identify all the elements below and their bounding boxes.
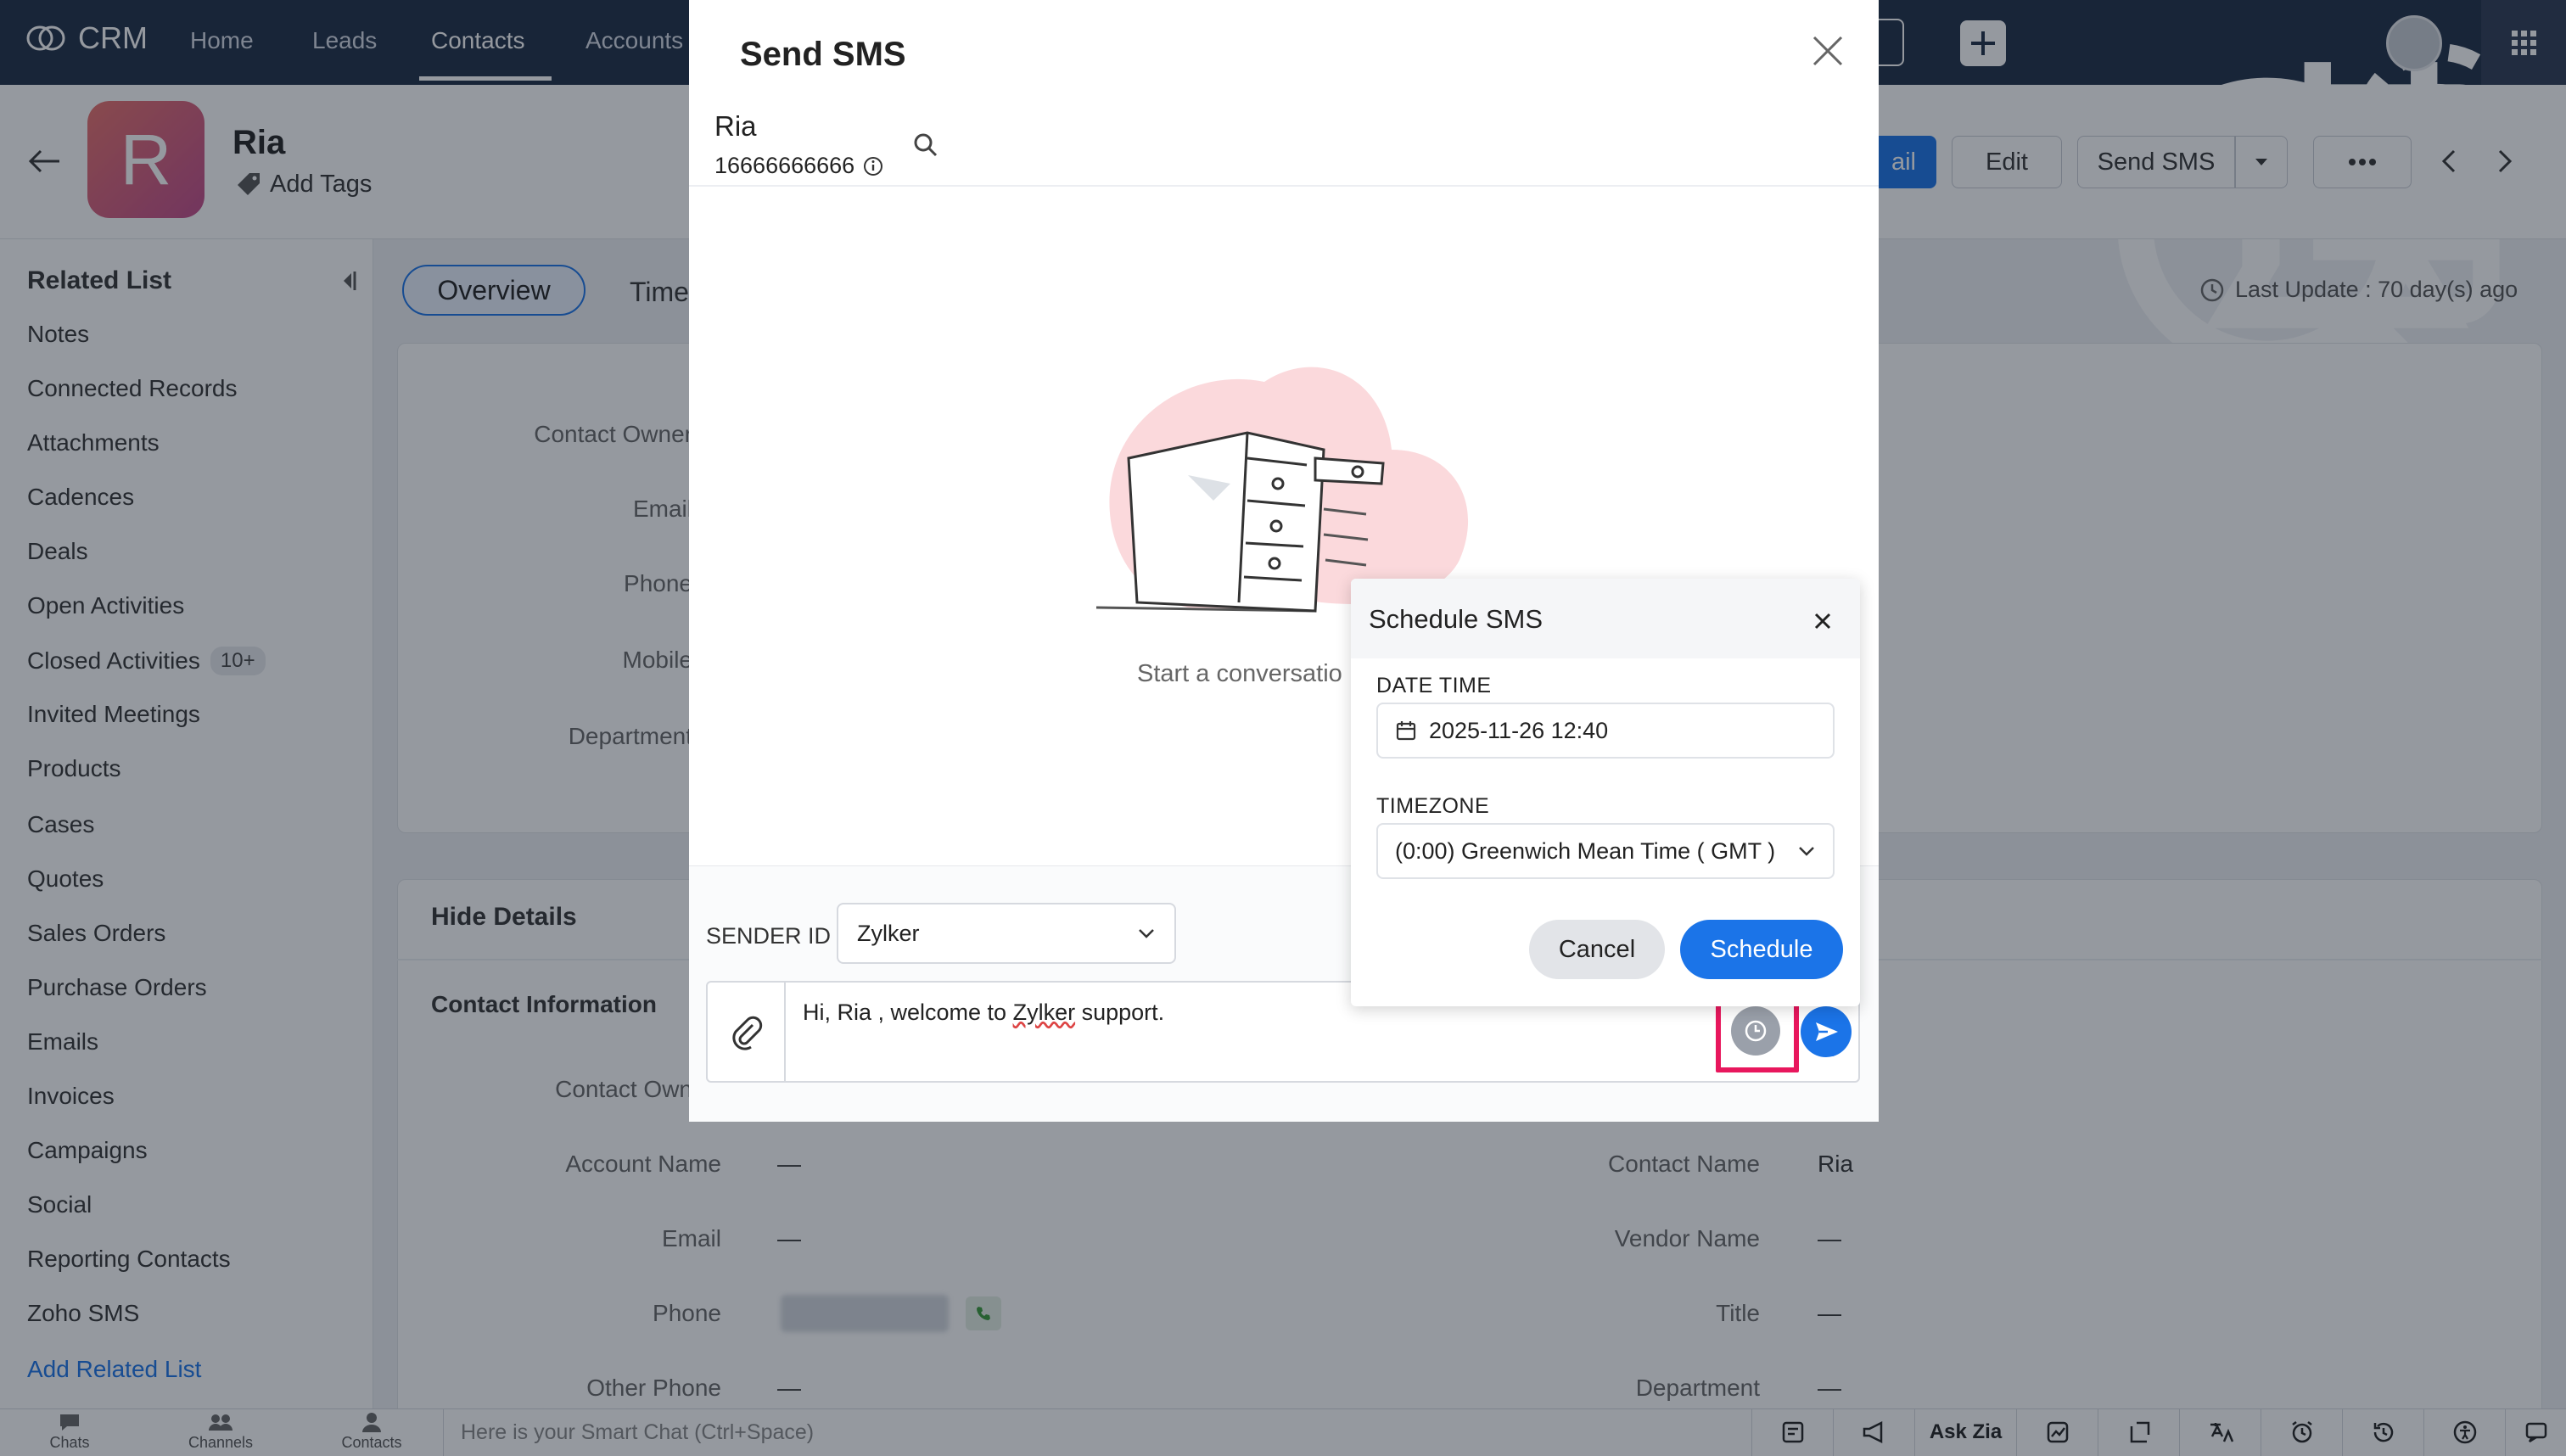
- sms-contact-phone-row: 16666666666: [714, 153, 883, 179]
- modal-header-divider: [689, 185, 1879, 187]
- sender-id-select[interactable]: Zylker: [837, 903, 1176, 964]
- timezone-label: TIMEZONE: [1376, 794, 1490, 818]
- timezone-value: (0:00) Greenwich Mean Time ( GMT ): [1395, 837, 1776, 864]
- sender-id-label: SENDER ID: [706, 923, 832, 949]
- search-icon[interactable]: [911, 131, 940, 160]
- schedule-sms-title: Schedule SMS: [1369, 604, 1544, 634]
- info-icon[interactable]: [863, 156, 883, 176]
- chevron-down-icon: [1139, 929, 1154, 938]
- date-time-label: DATE TIME: [1376, 674, 1492, 697]
- sms-contact-name: Ria: [714, 110, 757, 142]
- sender-id-value: Zylker: [857, 920, 920, 946]
- sms-contact-phone: 16666666666: [714, 153, 855, 178]
- send-icon: [1816, 1022, 1838, 1041]
- timezone-select[interactable]: (0:00) Greenwich Mean Time ( GMT ): [1376, 823, 1835, 879]
- date-time-value: 2025-11-26 12:40: [1429, 717, 1609, 743]
- cancel-button[interactable]: Cancel: [1529, 920, 1665, 979]
- message-text-part: support.: [1075, 1000, 1165, 1025]
- date-time-input[interactable]: 2025-11-26 12:40: [1376, 703, 1835, 759]
- attach-button[interactable]: [708, 983, 786, 1081]
- message-text-misspelled: Zylker: [1012, 1000, 1076, 1025]
- empty-conversation-text: Start a conversatio: [1137, 660, 1342, 687]
- send-sms-submit-button[interactable]: [1801, 1006, 1852, 1057]
- message-text-part: Hi, Ria , welcome to: [803, 1000, 1013, 1025]
- close-icon[interactable]: [1811, 609, 1835, 633]
- calendar-icon: [1396, 721, 1416, 741]
- paperclip-icon: [732, 1016, 763, 1050]
- send-sms-title: Send SMS: [740, 36, 906, 73]
- schedule-button[interactable]: Schedule: [1680, 920, 1843, 979]
- close-icon[interactable]: [1809, 32, 1846, 70]
- message-text: Hi, Ria , welcome to Zylker support.: [803, 1000, 1164, 1026]
- chevron-down-icon: [1799, 847, 1814, 856]
